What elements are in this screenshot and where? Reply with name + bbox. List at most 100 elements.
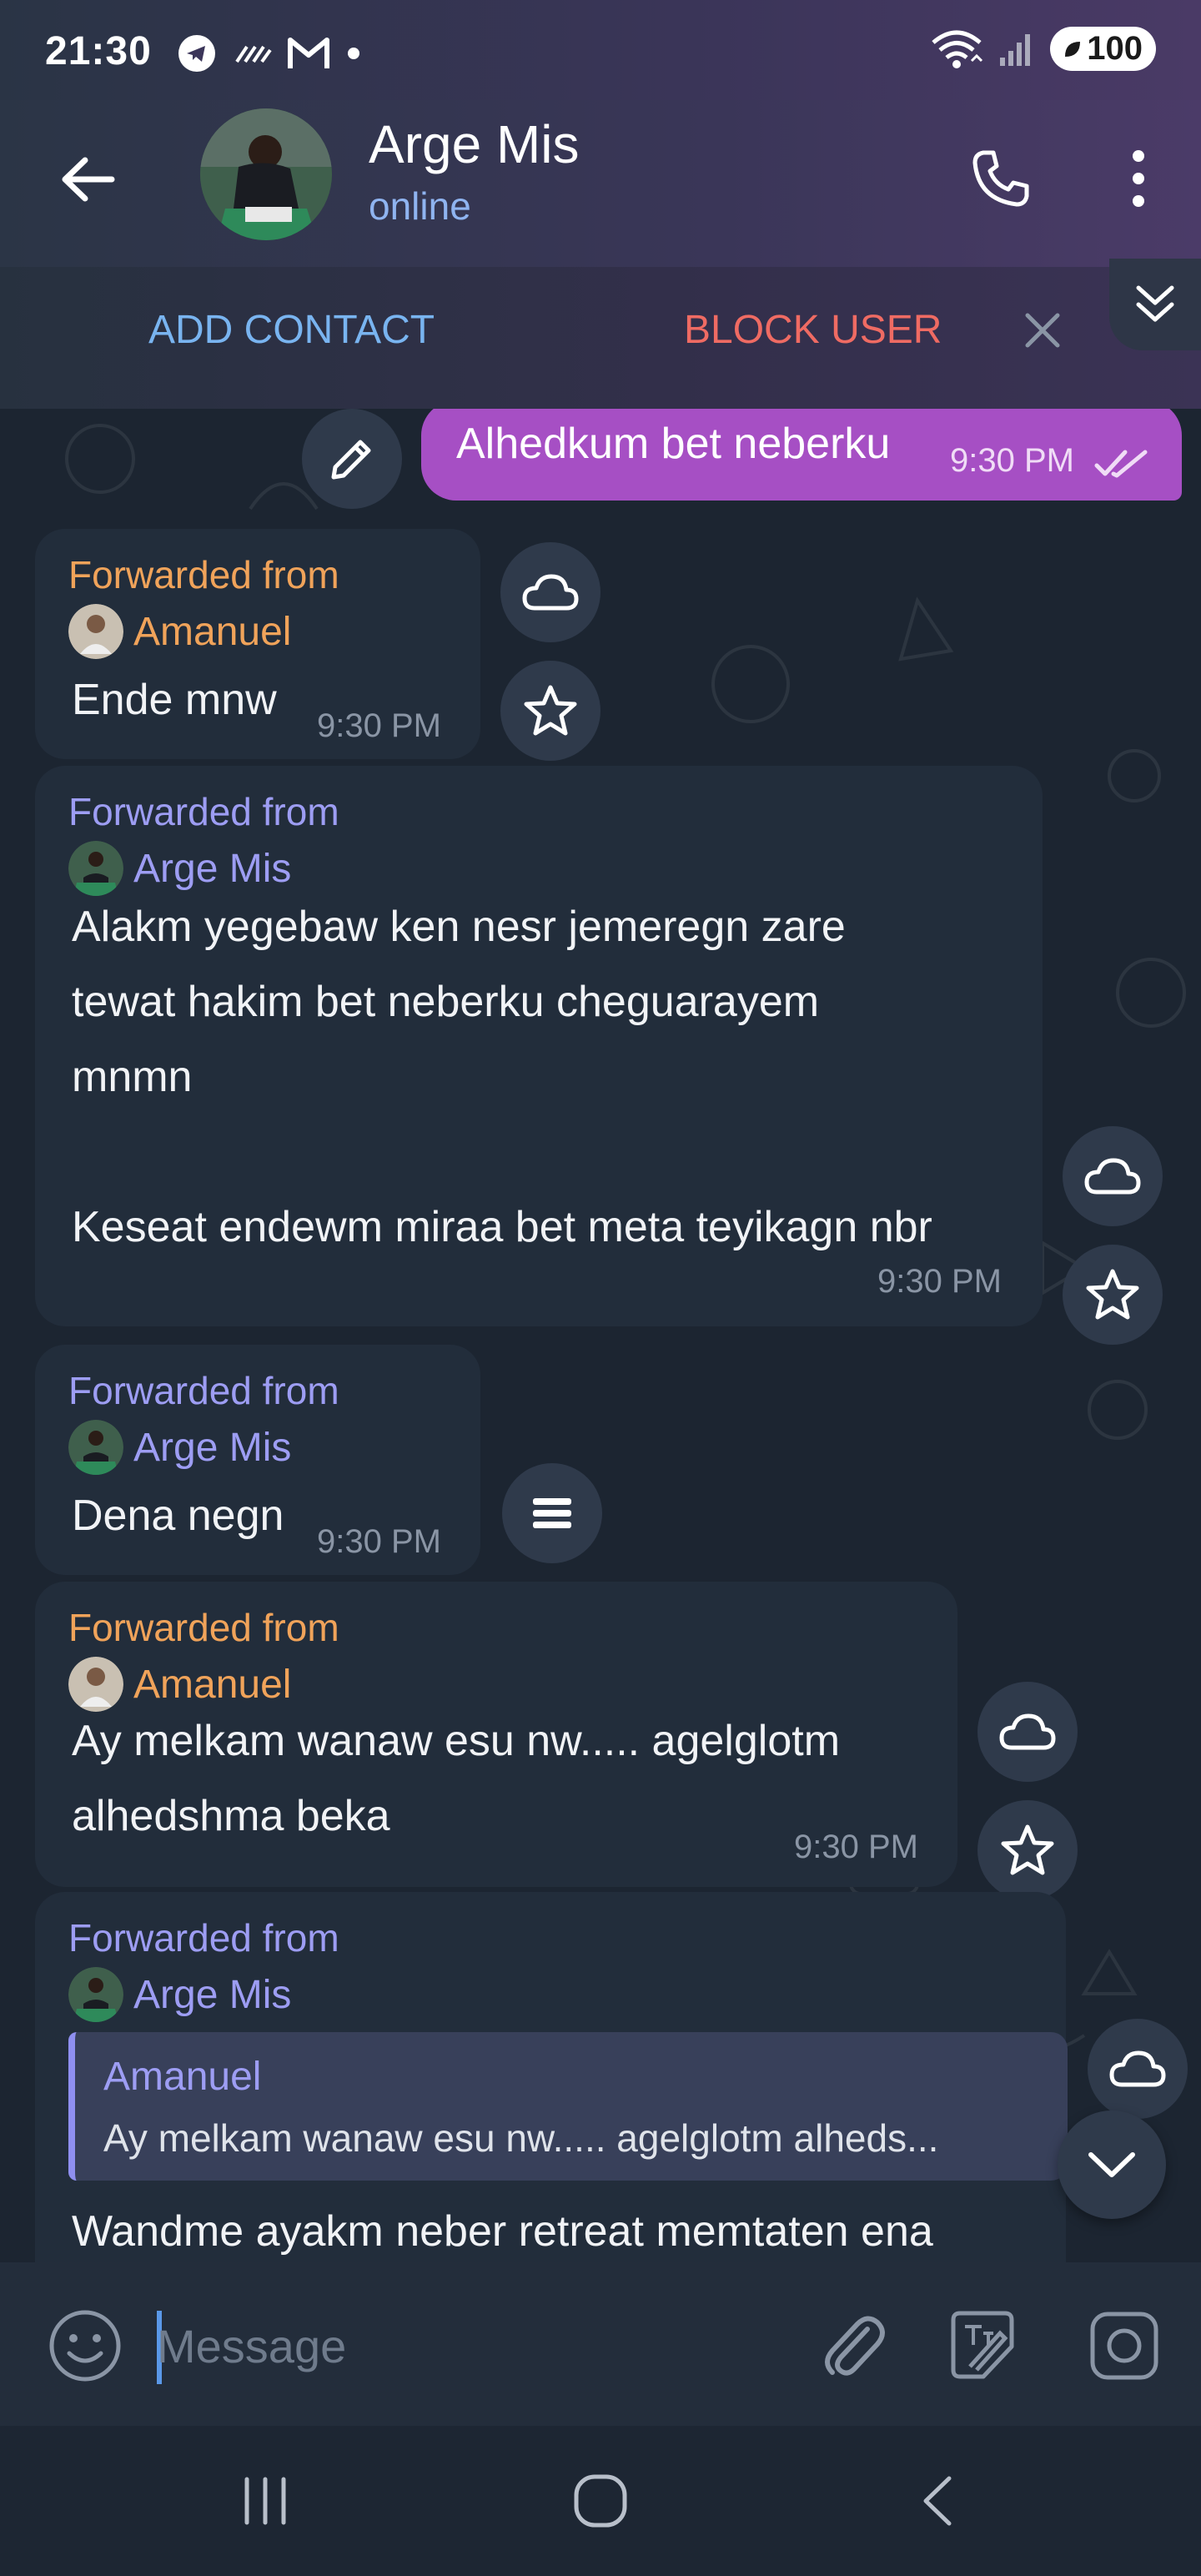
double-chevron-down-icon — [1136, 285, 1174, 322]
sender-name: Amanuel — [133, 1662, 292, 1707]
collapse-header-button[interactable] — [1109, 259, 1201, 350]
contact-photo — [200, 108, 332, 240]
chat-messages-area[interactable]: Alhedkum bet neberku 9:30 PM Forwarded f… — [0, 409, 1201, 2262]
block-user-button[interactable]: BLOCK USER — [684, 307, 942, 353]
sender-name: Arge Mis — [133, 1972, 292, 2017]
message-text: Alhedkum bet neberku — [456, 420, 891, 468]
incoming-message[interactable]: Forwarded from Amanuel Ay melkam wanaw e… — [35, 1582, 957, 1887]
message-text: Alakm yegebaw ken nesr jemeregn zare tew… — [72, 903, 932, 1251]
arrow-left-icon — [62, 157, 115, 202]
save-to-cloud-button[interactable] — [500, 542, 600, 642]
sender-name: Amanuel — [133, 609, 292, 654]
favorite-button[interactable] — [977, 1800, 1078, 1900]
star-icon — [1086, 1269, 1139, 1320]
save-to-cloud-button[interactable] — [977, 1682, 1078, 1782]
more-options-button[interactable] — [1101, 137, 1176, 220]
online-status: online — [369, 184, 471, 228]
message-options-button[interactable] — [502, 1463, 602, 1563]
message-time: 9:30 PM — [950, 442, 1074, 479]
contact-avatar[interactable] — [200, 108, 332, 240]
forwarded-label: Forwarded from — [68, 1606, 339, 1649]
attach-button[interactable] — [814, 2306, 894, 2386]
camera-icon — [1090, 2312, 1158, 2380]
sender-avatar — [68, 1420, 123, 1475]
save-to-cloud-button[interactable] — [1088, 2019, 1188, 2119]
add-contact-button[interactable]: ADD CONTACT — [148, 307, 435, 353]
edit-message-button[interactable] — [302, 409, 402, 509]
sender-name: Arge Mis — [133, 1425, 292, 1470]
emoji-button[interactable] — [45, 2306, 125, 2386]
message-time: 9:30 PM — [794, 1829, 918, 1865]
system-icons: 100 — [930, 27, 1156, 71]
system-back-button[interactable] — [896, 2459, 979, 2543]
sender-avatar — [68, 1967, 123, 2022]
scroll-to-bottom-button[interactable] — [1058, 2111, 1166, 2219]
incoming-message[interactable]: Forwarded from Amanuel Ende mnw 9:30 PM — [35, 529, 480, 759]
home-icon — [574, 2474, 627, 2528]
forwarded-label: Forwarded from — [68, 790, 339, 833]
message-text: Ay melkam wanaw esu nw..... agelglotm al… — [72, 1717, 841, 1840]
incoming-message[interactable]: Forwarded from Arge Mis Amanuel Ay melka… — [35, 1892, 1068, 2262]
dot-icon — [348, 48, 359, 59]
sender-name: Arge Mis — [133, 846, 292, 891]
sender-avatar — [68, 604, 123, 659]
message-input[interactable] — [157, 2312, 791, 2379]
contact-action-bar: ADD CONTACT BLOCK USER — [0, 259, 1201, 409]
wireless-notification-icon — [235, 45, 272, 63]
cloud-icon — [1084, 1158, 1141, 1195]
battery-indicator: 100 — [1050, 27, 1156, 71]
chat-title[interactable]: Arge Mis — [369, 113, 580, 175]
system-navigation-bar — [0, 2426, 1201, 2576]
cloud-icon — [522, 574, 579, 611]
notification-icons — [177, 33, 362, 73]
recent-apps-button[interactable] — [224, 2459, 307, 2543]
reply-preview[interactable]: Amanuel Ay melkam wanaw esu nw..... agel… — [68, 2032, 1068, 2181]
pencil-icon — [331, 440, 371, 480]
save-to-cloud-button[interactable] — [1063, 1126, 1163, 1226]
outgoing-message[interactable]: Alhedkum bet neberku 9:30 PM — [421, 409, 1182, 501]
message-text: Wandme ayakm neber retreat memtaten ena — [72, 2207, 933, 2256]
incoming-message[interactable]: Forwarded from Arge Mis Dena negn 9:30 P… — [35, 1345, 480, 1575]
home-button[interactable] — [559, 2459, 642, 2543]
signal-icon — [1000, 33, 1031, 66]
phone-icon — [972, 150, 1029, 207]
double-check-icon — [1094, 450, 1148, 478]
cloud-icon — [999, 1713, 1056, 1750]
camera-button[interactable] — [1084, 2306, 1164, 2386]
close-action-bar-button[interactable] — [1019, 307, 1066, 354]
battery-level: 100 — [1087, 30, 1143, 67]
cloud-icon — [1109, 2050, 1166, 2087]
gmail-icon — [288, 38, 329, 68]
forwarded-label: Forwarded from — [68, 1369, 339, 1412]
recents-icon — [244, 2477, 286, 2525]
message-text: Ende mnw — [72, 676, 277, 724]
incoming-message[interactable]: Forwarded from Arge Mis Alakm yegebaw ke… — [35, 766, 1043, 1326]
call-button[interactable] — [959, 137, 1043, 220]
chevron-down-icon — [1088, 2152, 1135, 2177]
favorite-button[interactable] — [1063, 1245, 1163, 1345]
more-vertical-icon — [1133, 150, 1144, 207]
star-icon — [1001, 1824, 1054, 1875]
forwarded-label: Forwarded from — [68, 1916, 339, 1960]
wifi-icon — [932, 30, 983, 68]
sticker-button[interactable] — [942, 2306, 1023, 2386]
forwarded-label: Forwarded from — [68, 553, 339, 596]
message-composer — [0, 2262, 1201, 2426]
message-time: 9:30 PM — [317, 707, 441, 744]
forward-sender[interactable]: Arge Mis — [68, 1420, 291, 1475]
chat-header: Arge Mis online — [0, 100, 1201, 267]
paperclip-icon — [825, 2316, 885, 2376]
status-time: 21:30 — [45, 29, 152, 73]
message-text: Dena negn — [72, 1492, 284, 1540]
message-time: 9:30 PM — [317, 1523, 441, 1560]
menu-lines-icon — [533, 1498, 571, 1528]
back-button[interactable] — [50, 142, 125, 217]
favorite-button[interactable] — [500, 661, 600, 761]
forward-sender[interactable]: Arge Mis — [68, 841, 291, 896]
forward-sender[interactable]: Arge Mis — [68, 1967, 291, 2022]
telegram-notification-icon — [178, 35, 215, 72]
status-bar: 21:30 100 — [0, 0, 1201, 100]
forward-sender[interactable]: Amanuel — [68, 604, 291, 659]
reply-sender-name: Amanuel — [103, 2055, 262, 2099]
star-icon — [524, 685, 577, 736]
